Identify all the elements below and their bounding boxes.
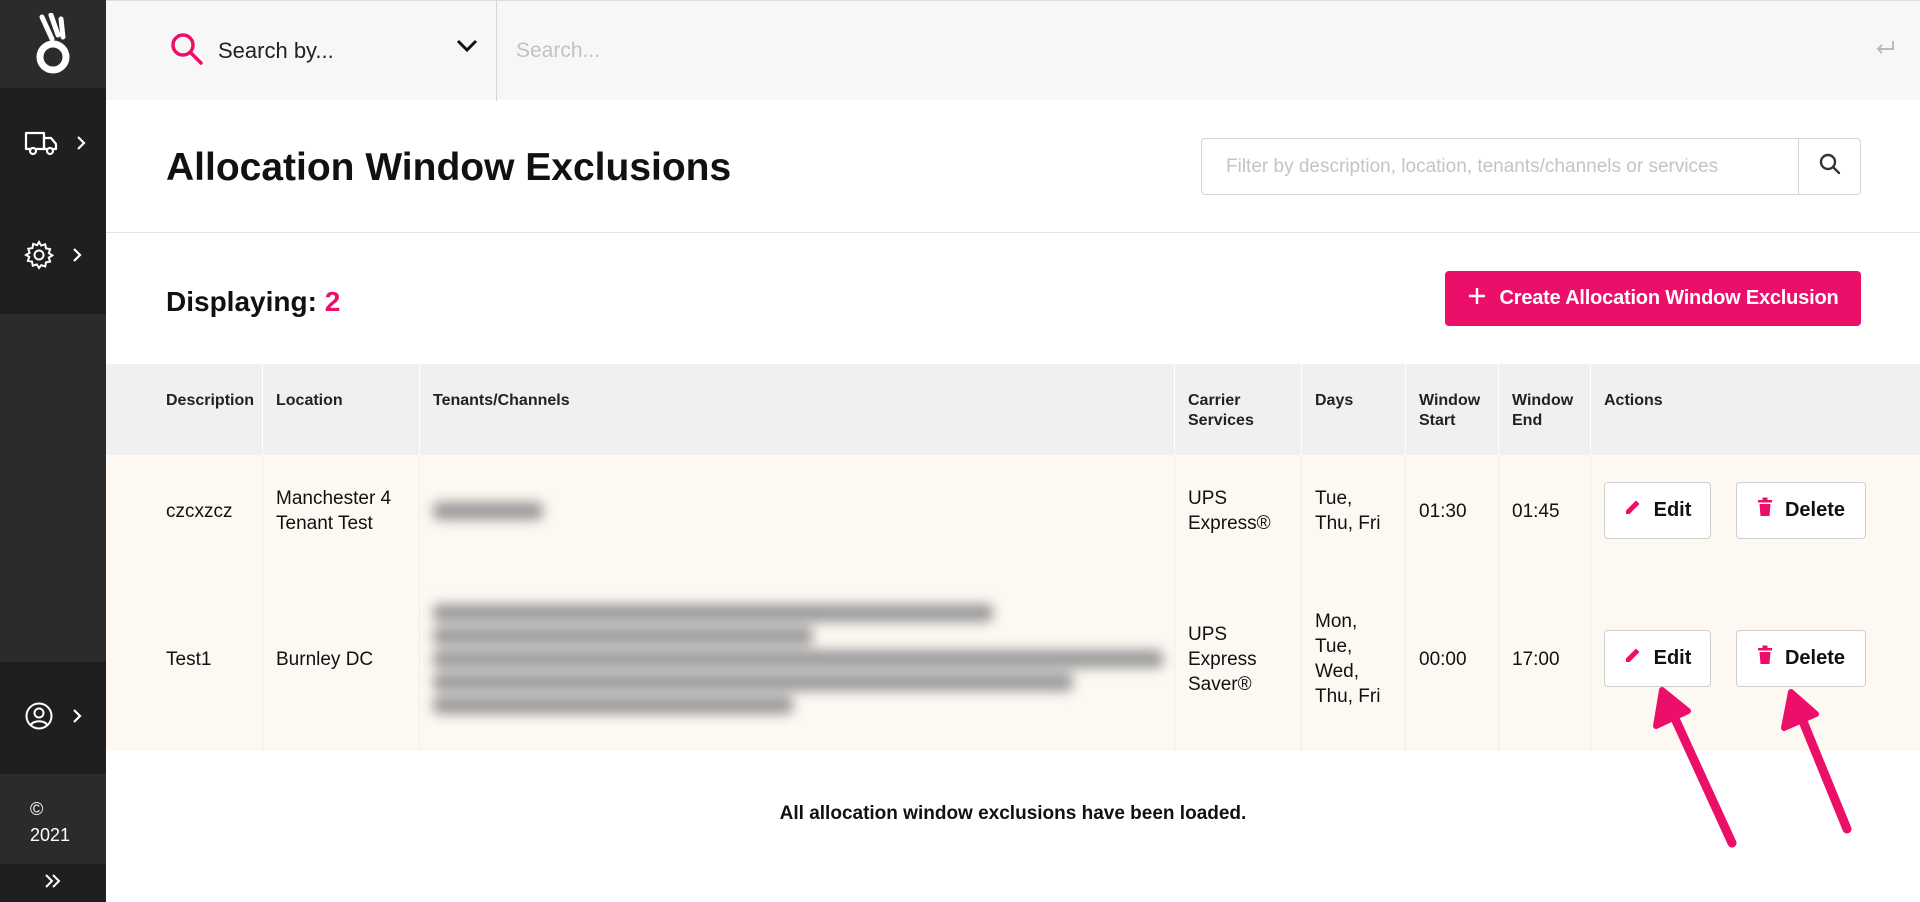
brand-logo-icon[interactable] <box>0 0 106 88</box>
create-exclusion-button[interactable]: Create Allocation Window Exclusion <box>1445 271 1861 326</box>
sidebar-item-settings[interactable] <box>0 227 106 287</box>
delete-label: Delete <box>1784 647 1846 669</box>
cell-location: Burnley DC <box>263 567 420 751</box>
column-header-tenants[interactable]: Tenants/Channels <box>420 364 1175 455</box>
sidebar-nav-top <box>0 88 106 314</box>
plus-icon <box>1468 287 1486 311</box>
page-title: Allocation Window Exclusions <box>166 146 732 189</box>
column-header-description[interactable]: Description <box>106 364 263 455</box>
cell-window-start: 01:30 <box>1406 455 1499 567</box>
loaded-message: All allocation window exclusions have be… <box>779 803 1247 824</box>
sidebar-nav-bottom <box>0 662 106 774</box>
page-header: Allocation Window Exclusions <box>106 100 1920 233</box>
global-search-input[interactable] <box>498 1 1920 101</box>
cell-carrier-services: UPS Express® <box>1175 455 1302 567</box>
delete-label: Delete <box>1784 499 1846 521</box>
trash-icon <box>1757 497 1773 524</box>
cell-window-end: 01:45 <box>1499 455 1591 567</box>
redacted-content <box>433 599 1174 719</box>
table-row: Test1 Burnley DC UPS Express Saver® Mon, Tu… <box>106 567 1920 751</box>
trash-icon <box>1757 645 1773 672</box>
cell-days: Tue, Thu, Fri <box>1302 455 1406 567</box>
column-header-window-end[interactable]: Window End <box>1499 364 1591 455</box>
cell-location: Manchester 4 Tenant Test <box>263 455 420 567</box>
column-header-window-start[interactable]: Window Start <box>1406 364 1499 455</box>
cell-window-start: 00:00 <box>1406 567 1499 751</box>
displaying-count: 2 <box>324 286 341 317</box>
filter-search-button[interactable] <box>1798 139 1860 194</box>
chevron-down-icon <box>456 39 478 58</box>
table-header: Description Location Tenants/Channels Ca… <box>106 364 1920 455</box>
edit-label: Edit <box>1653 647 1692 669</box>
edit-label: Edit <box>1653 499 1692 521</box>
global-search <box>498 1 1920 101</box>
search-by-label: Search by... <box>218 38 334 63</box>
cell-window-end: 17:00 <box>1499 567 1591 751</box>
chevron-right-icon <box>72 708 82 729</box>
copyright-year: 2021 <box>30 825 71 845</box>
cell-description: Test1 <box>106 567 263 751</box>
column-header-days[interactable]: Days <box>1302 364 1406 455</box>
edit-button[interactable]: Edit <box>1604 630 1711 687</box>
search-by-dropdown[interactable]: Search by... <box>106 1 497 101</box>
delete-button[interactable]: Delete <box>1736 630 1866 687</box>
exclusions-table: Description Location Tenants/Channels Ca… <box>106 364 1920 751</box>
cell-carrier-services: UPS Express Saver® <box>1175 567 1302 751</box>
displaying-label: Displaying: <box>166 286 317 317</box>
filter-input[interactable] <box>1202 139 1796 194</box>
cell-tenants-redacted <box>420 455 1175 567</box>
cell-description: czcxzcz <box>106 455 263 567</box>
search-icon <box>1819 153 1841 180</box>
chevron-right-icon <box>72 247 82 268</box>
sidebar-item-carriers[interactable] <box>0 115 106 175</box>
create-exclusion-label: Create Allocation Window Exclusion <box>1499 287 1839 309</box>
search-icon <box>170 32 204 71</box>
cell-actions: Edit Delete <box>1591 567 1920 751</box>
gear-icon <box>24 239 55 275</box>
cell-tenants-redacted <box>420 567 1175 751</box>
top-search-bar: Search by... <box>106 0 1920 101</box>
truck-icon <box>24 129 58 162</box>
pencil-icon <box>1624 646 1642 671</box>
edit-button[interactable]: Edit <box>1604 482 1711 539</box>
results-count: Displaying: 2 <box>166 286 340 318</box>
expand-sidebar-button[interactable] <box>0 864 106 902</box>
cell-days: Mon, Tue, Wed, Thu, Fri <box>1302 567 1406 751</box>
column-header-carrier-services[interactable]: Carrier Services <box>1175 364 1302 455</box>
sidebar-item-account[interactable] <box>0 688 106 748</box>
enter-icon[interactable] <box>1874 39 1896 62</box>
redacted-content <box>433 497 1174 525</box>
user-icon <box>24 701 54 736</box>
sidebar: © 2021 <box>0 0 106 902</box>
double-chevron-right-icon <box>44 873 62 894</box>
filter-box <box>1201 138 1861 195</box>
table-row: czcxzcz Manchester 4 Tenant Test UPS Expre… <box>106 455 1920 567</box>
delete-button[interactable]: Delete <box>1736 482 1866 539</box>
pencil-icon <box>1624 498 1642 523</box>
column-header-actions: Actions <box>1604 392 1663 409</box>
cell-actions: Edit Delete <box>1591 455 1920 567</box>
chevron-right-icon <box>76 135 86 156</box>
column-header-location[interactable]: Location <box>263 364 420 455</box>
